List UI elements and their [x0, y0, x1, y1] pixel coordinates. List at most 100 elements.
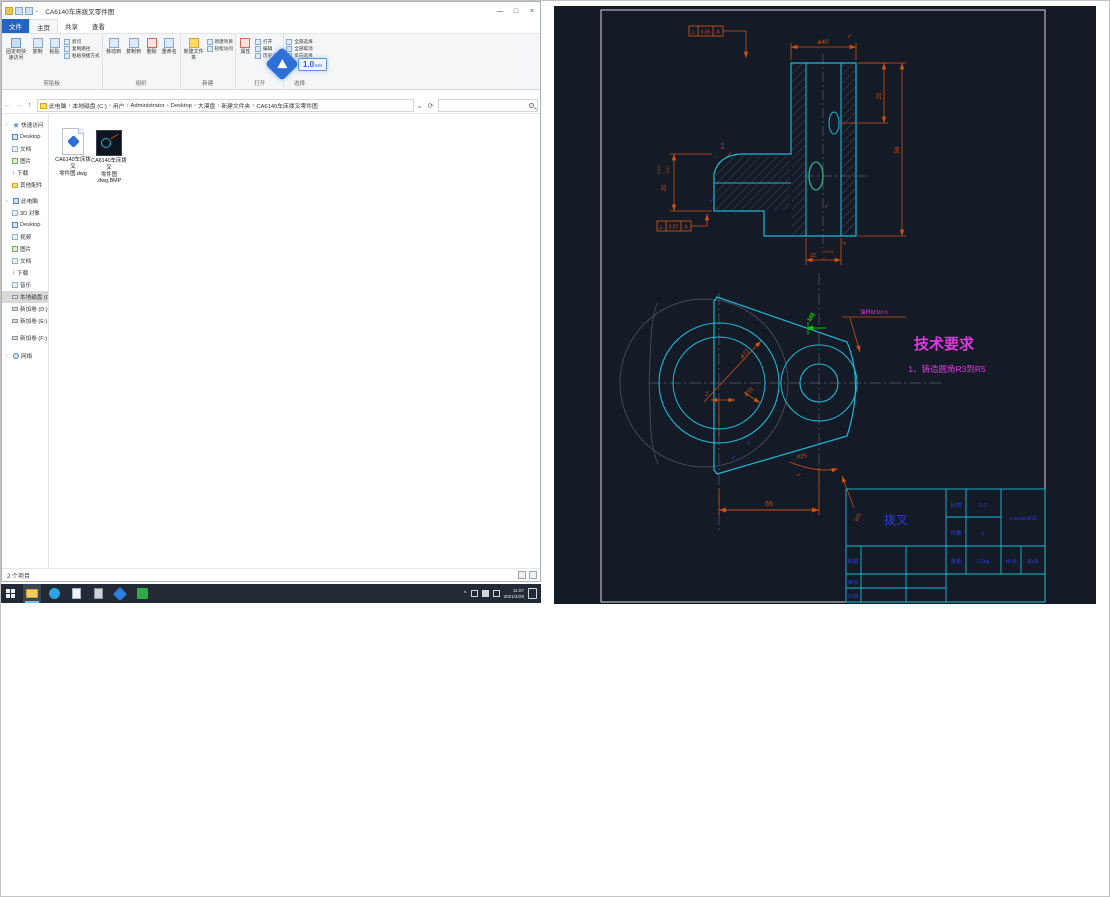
sidebar-item-volume-e[interactable]: 新加卷 (E:) — [2, 315, 48, 327]
file-item-bmp[interactable]: CA6140车床拨叉 零件图 .dwg.BMP — [91, 130, 127, 185]
gtol-symbol: ⊥ — [658, 224, 663, 231]
breadcrumb-damopan[interactable]: 大漠盘 — [198, 101, 215, 110]
forward-button[interactable]: → — [13, 102, 24, 109]
breadcrumb-this-pc[interactable]: 此电脑 — [49, 101, 66, 110]
weight-value: 1.2kg — [977, 559, 990, 565]
breadcrumb-c-drive[interactable]: 本地磁盘 (C:) — [72, 101, 106, 110]
refresh-icon[interactable]: ⟳ — [425, 102, 436, 110]
sheet-total: 共1张 — [1005, 558, 1017, 565]
copy-button[interactable]: 复制 — [30, 35, 45, 56]
taskbar-cad-button[interactable] — [111, 584, 129, 603]
search-input[interactable] — [438, 99, 538, 112]
paste-button[interactable]: 粘贴 — [47, 35, 62, 56]
sidebar-item-other-folder[interactable]: 其他配件 — [2, 179, 48, 191]
tray-expand-icon[interactable]: ^ — [464, 591, 467, 597]
copy-path-button[interactable]: 复制路径 — [64, 46, 100, 52]
new-folder-button[interactable]: 新建文件夹 — [183, 35, 205, 62]
qat-button2[interactable] — [25, 7, 33, 15]
dim-text: ø72 — [740, 348, 752, 360]
sidebar-item-pictures[interactable]: 图片 — [2, 243, 48, 255]
dim-text: 58 — [895, 146, 901, 153]
sidebar-item-volume-d[interactable]: 新加卷 (D:) — [2, 303, 48, 315]
up-button[interactable]: ↑ — [24, 102, 35, 109]
sidebar-item-pictures-quick[interactable]: 图片 — [2, 155, 48, 167]
start-button[interactable] — [1, 584, 19, 603]
roughness-check-icon: ✓ — [731, 455, 737, 462]
sidebar-item-documents[interactable]: 文档 — [2, 255, 48, 267]
delete-label: 删除 — [146, 49, 157, 55]
dim-tol-upper: +0.021 — [822, 250, 834, 254]
file-item-dwg[interactable]: CA6140车床拨叉 零件图.dwg — [55, 128, 91, 177]
taskbar-clock[interactable]: 11:07 2021/3/26 — [504, 588, 524, 598]
taskbar-browser-button[interactable] — [45, 584, 63, 603]
address-dropdown-icon[interactable]: ⌄ — [414, 102, 425, 110]
sidebar-item-downloads-quick[interactable]: ↓ 下载 — [2, 167, 48, 179]
doc-title: CA6140车床 — [1010, 515, 1038, 522]
breadcrumb-current-folder[interactable]: CA6140车床拨叉零件图 — [256, 101, 318, 110]
maximize-button[interactable]: □ — [508, 3, 524, 19]
sidebar-label: 音乐 — [20, 283, 32, 289]
sidebar-item-desktop[interactable]: Desktop — [2, 219, 48, 231]
close-button[interactable]: × — [524, 3, 540, 19]
sidebar-item-downloads[interactable]: ↓ 下载 — [2, 267, 48, 279]
tab-home[interactable]: 主页 — [29, 19, 58, 33]
taskbar-green-app-button[interactable] — [133, 584, 151, 603]
sidebar-item-music[interactable]: 音乐 — [2, 279, 48, 291]
sidebar-label: 网络 — [21, 354, 33, 360]
properties-button[interactable]: 属性 — [238, 35, 253, 56]
breadcrumb[interactable]: 此电脑 › 本地磁盘 (C:) › 用户 › Administrator › D… — [37, 99, 414, 112]
taskbar-notes-button[interactable] — [89, 584, 107, 603]
easy-access-icon — [206, 46, 213, 52]
delete-button[interactable]: 删除 — [145, 35, 159, 56]
minimize-button[interactable]: — — [492, 3, 508, 19]
sidebar-item-network[interactable]: › 网络 — [2, 350, 48, 362]
cut-button[interactable]: 剪切 — [64, 39, 100, 45]
thumbnail-view-icon[interactable] — [529, 571, 537, 579]
tab-view[interactable]: 查看 — [85, 19, 112, 33]
sidebar-item-videos[interactable]: 视频 — [2, 231, 48, 243]
paste-icon — [49, 38, 60, 48]
taskbar-document-button[interactable] — [67, 584, 85, 603]
easy-access-button[interactable]: 轻松访问 — [206, 46, 233, 52]
open-button[interactable]: 打开 — [254, 39, 281, 45]
rename-button[interactable]: 重命名 — [161, 35, 178, 56]
sidebar-item-volume-f[interactable]: 新加卷 (F:) — [2, 332, 48, 344]
qat-dropdown-icon[interactable]: ⌄ — [35, 8, 39, 14]
group-label-open: 打开 — [254, 81, 266, 87]
paste-shortcut-button[interactable]: 粘贴快捷方式 — [64, 53, 100, 59]
sidebar-item-local-disk-c[interactable]: 本地磁盘 (C:) — [2, 291, 48, 303]
display-tray-icon[interactable] — [470, 590, 478, 597]
pin-to-quick-access-button[interactable]: 固定到快速访问 — [4, 35, 28, 62]
sidebar-item-3d-objects[interactable]: 3D 对象 — [2, 207, 48, 219]
new-item-button[interactable]: 新建项目 — [206, 39, 233, 45]
breadcrumb-new-folder[interactable]: 新建文件夹 — [221, 101, 250, 110]
copy-to-button[interactable]: 复制到 — [125, 35, 143, 56]
sidebar-item-documents-quick[interactable]: 文档 — [2, 143, 48, 155]
qat-button[interactable] — [15, 7, 23, 15]
paste-shortcut-label: 粘贴快捷方式 — [72, 53, 100, 58]
file-list-area[interactable]: CA6140车床拨叉 零件图.dwg CA6140车床拨叉 零件图 .dwg.B… — [49, 114, 540, 568]
breadcrumb-administrator[interactable]: Administrator — [130, 103, 164, 109]
tab-share[interactable]: 共享 — [58, 19, 85, 33]
details-view-icon[interactable] — [518, 571, 526, 579]
history-icon — [254, 53, 261, 59]
breadcrumb-users[interactable]: 用户 — [113, 101, 125, 110]
sidebar-section-quick-access[interactable]: › 快速访问 — [2, 119, 48, 131]
bmp-thumbnail — [96, 130, 122, 156]
notification-center-icon[interactable] — [528, 588, 537, 599]
quick-access-toolbar[interactable]: ⌄ — [2, 7, 39, 15]
volume-tray-icon[interactable] — [481, 590, 489, 597]
breadcrumb-desktop[interactable]: Desktop — [171, 103, 192, 109]
sidebar-label: 3D 对象 — [20, 211, 40, 217]
input-method-tray-icon[interactable] — [492, 590, 500, 597]
tab-file[interactable]: 文件 — [2, 19, 29, 33]
taskbar-explorer-button[interactable] — [23, 584, 41, 603]
download-icon: ↓ — [12, 170, 15, 176]
sidebar-section-this-pc[interactable]: › 此电脑 — [2, 195, 48, 207]
select-all-button[interactable]: 全部选择 — [286, 39, 313, 45]
sidebar-label: 图片 — [20, 247, 32, 253]
sidebar-item-desktop-quick[interactable]: Desktop — [2, 131, 48, 143]
back-button[interactable]: ← — [2, 102, 13, 109]
gtol-frame-top: ⊥ 0.05 A — [688, 25, 749, 58]
move-to-button[interactable]: 移动到 — [105, 35, 123, 56]
